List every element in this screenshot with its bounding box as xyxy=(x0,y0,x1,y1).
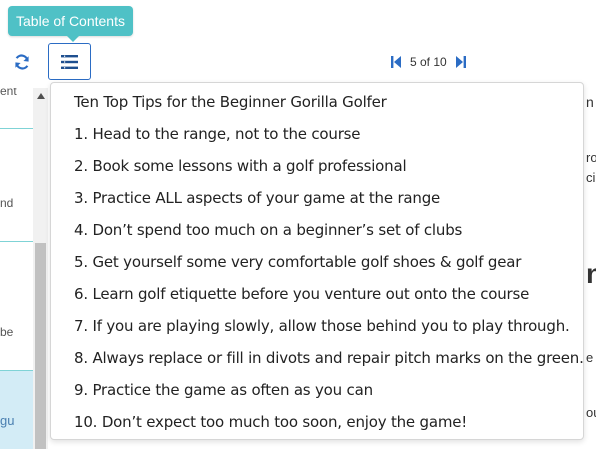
toc-item-10[interactable]: 10. Don’t expect too much too soon, enjo… xyxy=(51,406,583,438)
sidebar-divider xyxy=(0,128,33,129)
sidebar-divider xyxy=(0,241,33,242)
toc-title[interactable]: Ten Top Tips for the Beginner Gorilla Go… xyxy=(51,86,583,118)
table-of-contents-button[interactable] xyxy=(48,43,91,80)
sidebar-scrollbar[interactable] xyxy=(33,88,48,449)
toc-item-7[interactable]: 7. If you are playing slowly, allow thos… xyxy=(51,310,583,342)
toc-item-5[interactable]: 5. Get yourself some very comfortable go… xyxy=(51,246,583,278)
toc-item-4[interactable]: 4. Don’t spend too much on a beginner’s … xyxy=(51,214,583,246)
toc-item-3[interactable]: 3. Practice ALL aspects of your game at … xyxy=(51,182,583,214)
toc-item-6[interactable]: 6. Learn golf etiquette before you ventu… xyxy=(51,278,583,310)
list-icon xyxy=(61,54,78,69)
sidebar-item-label: gu xyxy=(0,413,15,428)
refresh-icon xyxy=(15,54,29,70)
skip-forward-icon xyxy=(455,56,466,68)
scroll-thumb[interactable] xyxy=(35,243,46,449)
sidebar-item[interactable]: nd xyxy=(0,196,33,210)
sidebar-item[interactable]: ent xyxy=(0,88,33,98)
next-page-button[interactable] xyxy=(455,55,467,69)
content-fragment: ou xyxy=(586,405,596,420)
content-heading-fragment: n xyxy=(586,258,596,289)
content-fragment: cin xyxy=(586,170,596,185)
sidebar-item-active[interactable]: gu xyxy=(0,371,33,449)
toc-item-8[interactable]: 8. Always replace or fill in divots and … xyxy=(51,342,584,374)
toc-tooltip: Table of Contents xyxy=(8,6,133,42)
toc-dropdown: Ten Top Tips for the Beginner Gorilla Go… xyxy=(50,82,584,440)
sidebar: ent nd be gu xyxy=(0,88,34,449)
page-indicator: 5 of 10 xyxy=(410,55,447,69)
content-fragment: n a xyxy=(586,94,596,110)
caret-up-icon xyxy=(36,93,45,99)
sidebar-item[interactable]: be xyxy=(0,325,33,339)
toc-item-1[interactable]: 1. Head to the range, not to the course xyxy=(51,118,583,150)
refresh-button[interactable] xyxy=(8,48,36,76)
toc-item-2[interactable]: 2. Book some lessons with a golf profess… xyxy=(51,150,583,182)
scroll-up-button[interactable] xyxy=(33,88,48,104)
content-fragment: e xyxy=(586,350,594,365)
skip-back-icon xyxy=(391,56,401,68)
toc-item-9[interactable]: 9. Practice the game as often as you can xyxy=(51,374,583,406)
previous-page-button[interactable] xyxy=(390,55,402,69)
page-navigator: 5 of 10 xyxy=(390,52,467,72)
content-fragment: ro xyxy=(586,150,596,165)
